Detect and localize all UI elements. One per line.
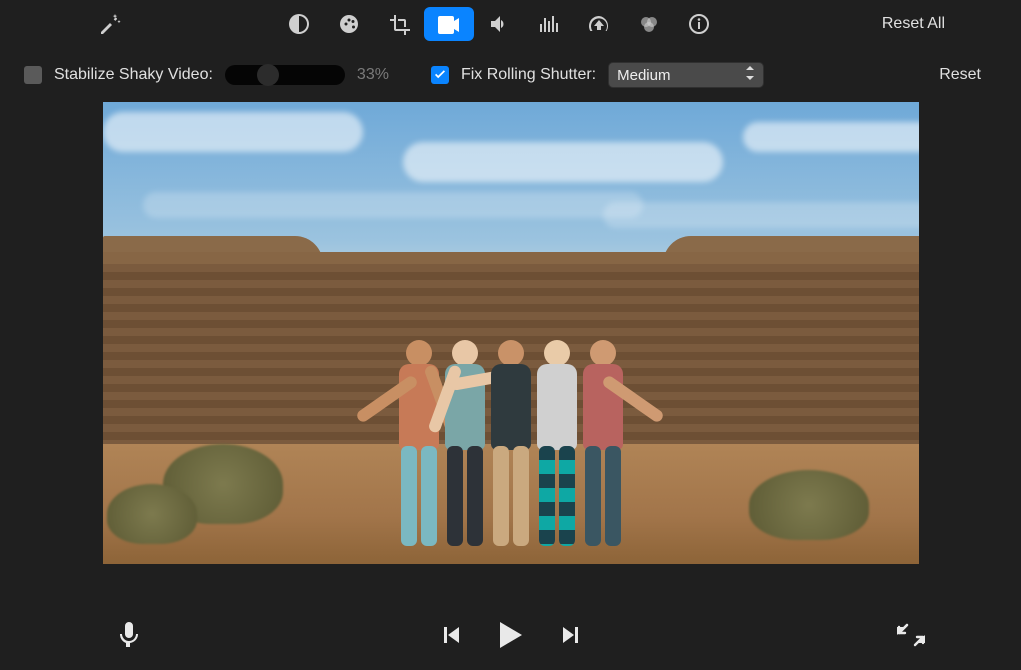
transport-bar [0,604,1021,670]
color-correction-tab[interactable] [324,7,374,41]
filters-tab[interactable] [624,7,674,41]
stabilize-slider[interactable] [225,65,345,85]
stabilize-checkbox[interactable] [24,66,42,84]
chevron-up-down-icon [745,66,755,84]
stabilization-tab[interactable] [424,7,474,41]
microphone-icon[interactable] [118,621,140,654]
equalizer-tab[interactable] [524,7,574,41]
speed-tab[interactable] [574,7,624,41]
color-balance-tab[interactable] [274,7,324,41]
rolling-shutter-select[interactable]: Medium [608,62,764,88]
fullscreen-icon[interactable] [897,623,925,652]
auto-enhance-button[interactable] [84,7,134,41]
volume-tab[interactable] [474,7,524,41]
play-button[interactable] [498,620,524,655]
stabilize-value: 33% [357,66,389,84]
rolling-shutter-value: Medium [617,67,670,84]
inspector-tabs [274,7,724,41]
next-frame-button[interactable] [560,624,582,651]
rolling-shutter-label: Fix Rolling Shutter: [461,66,596,84]
stabilization-controls: Stabilize Shaky Video: 33% Fix Rolling S… [0,48,1021,102]
crop-tab[interactable] [374,7,424,41]
stabilize-label: Stabilize Shaky Video: [54,66,213,84]
previous-frame-button[interactable] [440,624,462,651]
reset-button[interactable]: Reset [939,66,981,84]
reset-all-button[interactable]: Reset All [882,15,945,33]
rolling-shutter-checkbox[interactable] [431,66,449,84]
inspector-toolbar: Reset All [0,0,1021,48]
video-preview[interactable] [103,102,919,564]
info-tab[interactable] [674,7,724,41]
